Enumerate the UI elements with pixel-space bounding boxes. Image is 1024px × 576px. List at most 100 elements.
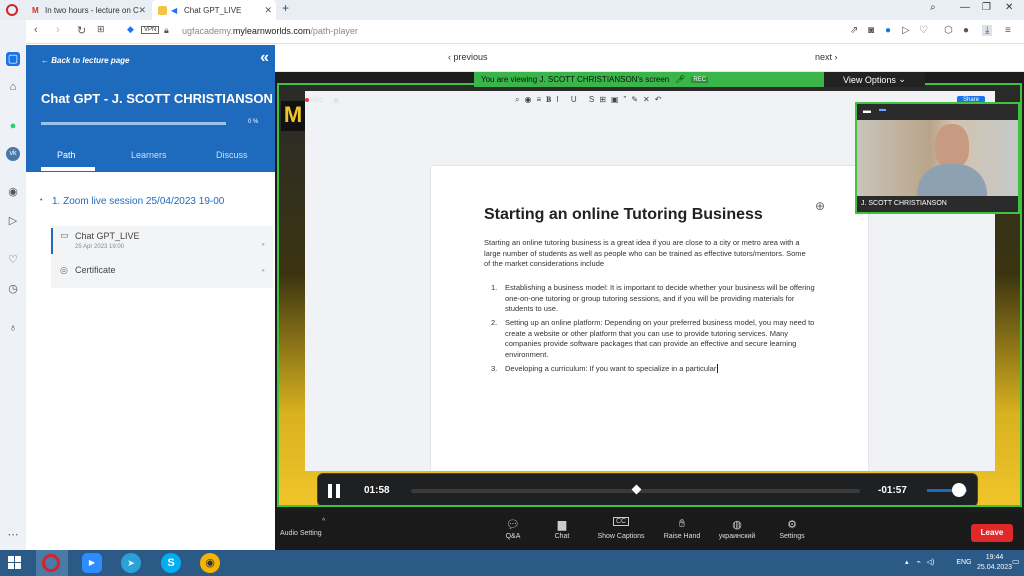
course-header: ← Back to lecture page « Chat GPT - J. S… (26, 45, 275, 172)
page-favicon-icon (158, 5, 167, 15)
lesson-title: Certificate (75, 265, 116, 275)
video-player-controls: 01:58 -01:57 (317, 473, 978, 505)
chat-button[interactable]: ▆ Chat (547, 518, 577, 540)
chat-icon: ▆ (557, 519, 567, 531)
send-icon[interactable]: ▷ (902, 25, 910, 36)
vpn-badge[interactable]: VPN (141, 26, 160, 34)
camera-icon[interactable]: ◙ (868, 25, 874, 36)
doc-title: Starting an online Tutoring Business (484, 206, 763, 223)
course-navigation-panel: ← Back to lecture page « Chat GPT - J. S… (26, 45, 275, 550)
pause-button[interactable] (328, 484, 341, 498)
collapse-panel-icon[interactable]: « (260, 49, 269, 67)
new-tab-button[interactable]: + (282, 1, 289, 15)
raise-hand-button[interactable]: ✋︎ Raise Hand (660, 518, 704, 540)
chevron-up-icon[interactable]: ^ (322, 518, 325, 525)
doc-page[interactable]: ⊕ Starting an online Tutoring Business S… (431, 166, 868, 471)
language-button[interactable]: ◍ украинский (712, 518, 762, 540)
verified-icon[interactable]: ● (885, 25, 891, 36)
search-tabs-icon[interactable]: ⌕ (930, 2, 936, 13)
system-clock[interactable]: 19:44 25.04.2023 (977, 553, 1012, 573)
heart-icon[interactable]: ♡ (919, 25, 928, 36)
list-item[interactable]: ◎ Certificate ● (51, 258, 273, 288)
recording-badge: REC ▦ (305, 97, 339, 104)
lesson-date: 25 Apr 2023 19:00 (75, 244, 125, 250)
seek-bar[interactable] (411, 484, 860, 495)
restore-icon[interactable]: ❐ (982, 2, 991, 13)
speaker-name: J. SCOTT CHRISTIANSON (857, 197, 1018, 212)
speaker-video-tile[interactable]: ▬ ▬ J. SCOTT CHRISTIANSON (855, 102, 1020, 214)
audio-setting-button[interactable]: Audio Setting (280, 530, 322, 537)
viewing-screen-banner: You are viewing J. SCOTT CHRISTIANSON's … (474, 72, 824, 87)
opera-logo-icon[interactable] (6, 4, 18, 16)
viewing-banner-text: You are viewing J. SCOTT CHRISTIANSON's … (481, 75, 670, 84)
settings-button[interactable]: ⚙︎ Settings (775, 518, 809, 540)
lightbulb-icon[interactable]: ♁ (6, 321, 20, 335)
section-bullet-icon: • (40, 197, 43, 204)
heart-icon[interactable]: ♡ (6, 253, 20, 267)
whatsapp-icon[interactable]: ● (6, 119, 20, 133)
back-icon[interactable]: ‹ (34, 24, 38, 36)
certificate-icon: ◎ (60, 265, 68, 275)
history-icon[interactable]: ◷ (6, 282, 20, 296)
share-page-icon[interactable]: ⇗ (850, 25, 858, 36)
doc-toolbar[interactable]: ⌕◉≡𝐁I U S⊞▣"✎✕↶ (515, 95, 666, 105)
opera-taskbar-icon[interactable] (42, 554, 60, 572)
home-icon[interactable]: ⌂ (6, 80, 20, 94)
tile-menu-icon[interactable]: ▬ (863, 106, 871, 115)
player-icon[interactable]: ◉ (6, 185, 20, 199)
browser-tab-chatgpt-live[interactable]: ◀ Chat GPT_LIVE ✕ (152, 0, 276, 20)
tab-learners[interactable]: Learners (131, 150, 167, 160)
notifications-icon[interactable]: ▭ (1012, 557, 1020, 566)
download-icon[interactable]: ⤓ (982, 25, 993, 36)
workspaces-icon[interactable]: ▢ (6, 52, 20, 66)
wallet-icon[interactable]: ⬡ (944, 25, 953, 36)
reload-icon[interactable]: ↻ (77, 24, 86, 37)
volume-icon[interactable]: ◁) (927, 559, 935, 566)
back-to-lecture-link[interactable]: ← Back to lecture page (41, 56, 129, 65)
audio-playing-icon[interactable]: ◀ (171, 6, 180, 15)
forward-icon[interactable]: › (56, 24, 60, 36)
section-title[interactable]: 1. Zoom live session 25/04/2023 19-00 (52, 196, 224, 207)
doc-numbered-list: 1. Establishing a business model: It is i… (491, 283, 816, 378)
shield-icon[interactable]: ◆ (127, 24, 134, 35)
globe-icon: ◍ (732, 519, 742, 531)
zoom-taskbar-icon[interactable]: ▶ (82, 553, 102, 573)
view-options-button[interactable]: View Options ⌄ (824, 72, 925, 87)
chevron-up-icon[interactable]: ▴ (905, 559, 909, 566)
close-window-icon[interactable]: ✕ (1005, 2, 1013, 13)
system-tray[interactable]: ▴ ⌁ ◁) ENG (905, 558, 971, 566)
tab-discuss[interactable]: Discuss (216, 150, 248, 160)
profile-icon[interactable]: ● (963, 25, 969, 36)
doc-intro-paragraph: Starting an online tutoring business is … (484, 238, 806, 268)
zoom-toolbar: ^ Audio Setting 💬︎ Q&A ▆ Chat CC Show Capti… (275, 512, 1024, 550)
leave-button[interactable]: Leave (971, 524, 1013, 542)
telegram-taskbar-icon[interactable]: ➤ (121, 553, 141, 573)
menu-icon[interactable]: ≡ (1005, 25, 1011, 36)
browser-taskbar-icon[interactable]: ◉ (200, 553, 220, 573)
clock-time: 19:44 (985, 554, 1004, 561)
show-captions-button[interactable]: CC Show Captions (593, 517, 649, 540)
seek-handle[interactable] (631, 484, 641, 495)
close-tab-icon[interactable]: ✕ (264, 5, 272, 16)
browser-tab-gmail[interactable]: M In two hours - lecture on C ✕ (26, 0, 150, 20)
more-icon[interactable]: ⋯ (6, 528, 20, 542)
windows-start-icon[interactable] (8, 556, 22, 570)
close-tab-icon[interactable]: ✕ (138, 5, 146, 16)
skype-taskbar-icon[interactable]: S (161, 553, 181, 573)
tile-expand-icon[interactable]: ▬ (879, 106, 886, 113)
list-item[interactable]: ▭ Chat GPT_LIVE 25 Apr 2023 19:00 ● (51, 226, 273, 256)
vk-icon[interactable]: vk (6, 147, 20, 161)
volume-handle[interactable] (952, 483, 966, 497)
tab-path[interactable]: Path (57, 150, 76, 160)
add-comment-icon[interactable]: ⊕ (815, 199, 825, 213)
network-icon[interactable]: ⌁ (916, 559, 920, 566)
minimize-icon[interactable]: — (960, 2, 970, 13)
qa-button[interactable]: 💬︎ Q&A (498, 518, 528, 540)
gear-icon: ⚙︎ (787, 519, 797, 531)
tabs-grid-icon[interactable]: ⊞ (97, 24, 105, 35)
next-link[interactable]: next › (815, 52, 838, 62)
url-field[interactable]: ugfacademy.mylearnworlds.com/path-player (182, 26, 358, 36)
previous-link[interactable]: ‹ previous (448, 52, 488, 62)
send-icon[interactable]: ▷ (6, 214, 20, 228)
language-indicator[interactable]: ENG (956, 559, 971, 566)
